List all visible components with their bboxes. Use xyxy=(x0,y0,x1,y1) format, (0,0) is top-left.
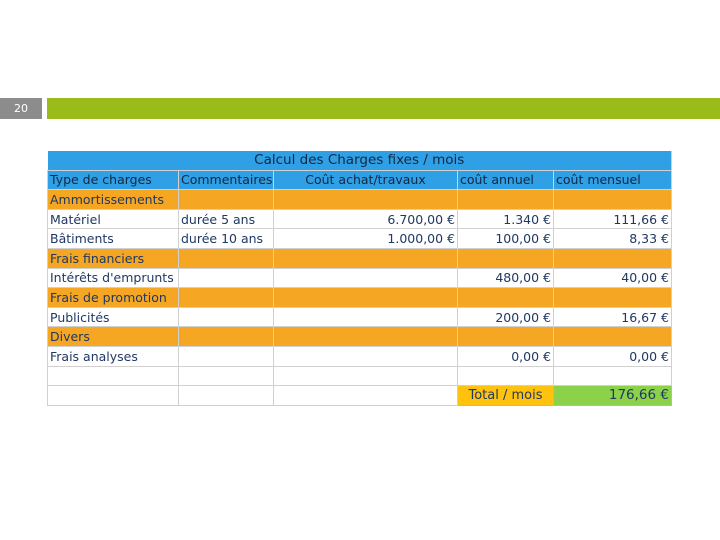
category-fill-cell xyxy=(457,248,554,269)
category-row: Ammortissements xyxy=(47,189,672,210)
empty-cell xyxy=(273,366,458,387)
purchase-cost-cell: 1.000,00 € xyxy=(273,228,458,249)
empty-cell xyxy=(47,385,179,406)
table-row: Bâtiments durée 10 ans 1.000,00 €100,00 €8… xyxy=(47,228,672,249)
category-fill-cell xyxy=(178,326,274,347)
category-fill-cell xyxy=(273,248,458,269)
category-fill-cell xyxy=(178,189,274,210)
empty-cell xyxy=(178,385,274,406)
table-title: Calcul des Charges fixes / mois xyxy=(47,151,672,171)
purchase-cost-cell xyxy=(273,346,458,367)
category-row: Divers xyxy=(47,326,672,347)
header-annual-cost: coût annuel xyxy=(457,170,554,191)
header-comments: Commentaires xyxy=(178,170,274,191)
annual-cost-cell: 1.340 € xyxy=(457,209,554,230)
total-label: Total / mois xyxy=(457,385,554,406)
charge-type-cell: Intérêts d'emprunts xyxy=(47,268,179,289)
comment-cell: durée 10 ans xyxy=(178,228,274,249)
charge-type-cell: Frais analyses xyxy=(47,346,179,367)
header-purchase-cost: Coût achat/travaux xyxy=(273,170,458,191)
category-fill-cell xyxy=(553,248,672,269)
empty-row xyxy=(47,366,672,387)
category-fill-cell xyxy=(178,248,274,269)
annual-cost-cell: 100,00 € xyxy=(457,228,554,249)
table-row: Frais analyses 0,00 €0,00 € xyxy=(47,346,672,367)
annual-cost-cell: 480,00 € xyxy=(457,268,554,289)
category-fill-cell xyxy=(553,326,672,347)
monthly-cost-cell: 111,66 € xyxy=(553,209,672,230)
category-fill-cell xyxy=(273,189,458,210)
purchase-cost-cell xyxy=(273,307,458,328)
comment-cell xyxy=(178,346,274,367)
empty-cell xyxy=(457,366,554,387)
category-fill-cell xyxy=(178,287,274,308)
category-label: Divers xyxy=(47,326,179,347)
table-header-row: Type de charges Commentaires Coût achat/… xyxy=(47,170,672,191)
accent-bar xyxy=(47,98,720,119)
charge-type-cell: Publicités xyxy=(47,307,179,328)
category-fill-cell xyxy=(457,287,554,308)
monthly-cost-cell: 16,67 € xyxy=(553,307,672,328)
comment-cell xyxy=(178,268,274,289)
category-fill-cell xyxy=(553,189,672,210)
empty-cell xyxy=(553,366,672,387)
category-row: Frais de promotion xyxy=(47,287,672,308)
monthly-cost-cell: 8,33 € xyxy=(553,228,672,249)
category-fill-cell xyxy=(457,189,554,210)
empty-cell xyxy=(273,385,458,406)
category-row: Frais financiers xyxy=(47,248,672,269)
category-fill-cell xyxy=(457,326,554,347)
total-value: 176,66 € xyxy=(553,385,672,406)
comment-cell xyxy=(178,307,274,328)
header-monthly-cost: coût mensuel xyxy=(553,170,672,191)
empty-cell xyxy=(47,366,179,387)
category-fill-cell xyxy=(273,326,458,347)
monthly-cost-cell: 40,00 € xyxy=(553,268,672,289)
annual-cost-cell: 200,00 € xyxy=(457,307,554,328)
empty-cell xyxy=(178,366,274,387)
total-row: Total / mois 176,66 € xyxy=(47,385,672,406)
monthly-cost-cell: 0,00 € xyxy=(553,346,672,367)
annual-cost-cell: 0,00 € xyxy=(457,346,554,367)
purchase-cost-cell xyxy=(273,268,458,289)
charges-table: Calcul des Charges fixes / mois Type de … xyxy=(47,151,672,406)
charge-type-cell: Bâtiments xyxy=(47,228,179,249)
category-label: Frais financiers xyxy=(47,248,179,269)
header-type: Type de charges xyxy=(47,170,179,191)
slide-number: 20 xyxy=(0,98,42,119)
table-row: Publicités 200,00 €16,67 € xyxy=(47,307,672,328)
category-fill-cell xyxy=(553,287,672,308)
category-fill-cell xyxy=(273,287,458,308)
purchase-cost-cell: 6.700,00 € xyxy=(273,209,458,230)
category-label: Ammortissements xyxy=(47,189,179,210)
table-row: Matériel durée 5 ans 6.700,00 €1.340 €111,… xyxy=(47,209,672,230)
charge-type-cell: Matériel xyxy=(47,209,179,230)
table-row: Intérêts d'emprunts 480,00 €40,00 € xyxy=(47,268,672,289)
category-label: Frais de promotion xyxy=(47,287,179,308)
table-title-row: Calcul des Charges fixes / mois xyxy=(47,151,672,171)
comment-cell: durée 5 ans xyxy=(178,209,274,230)
